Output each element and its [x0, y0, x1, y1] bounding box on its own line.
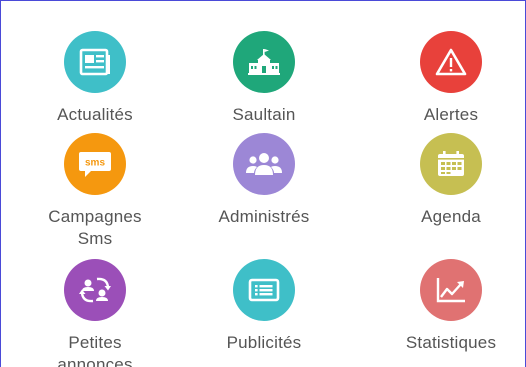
tile-saultain[interactable]: Saultain	[184, 31, 344, 126]
tile-label: Petites annonces	[15, 332, 175, 367]
tile-label-line: annonces	[57, 355, 133, 367]
tile-label: Alertes	[423, 105, 479, 124]
tile-actualites[interactable]: Actualités	[15, 31, 175, 126]
tile-label: Agenda	[421, 207, 481, 226]
town-hall-icon	[233, 31, 295, 93]
tile-publicites[interactable]: Publicités	[184, 259, 344, 354]
warning-icon	[420, 31, 482, 93]
tile-agenda[interactable]: Agenda	[371, 133, 525, 228]
tile-administres[interactable]: Administrés	[184, 133, 344, 228]
exchange-users-icon	[64, 259, 126, 321]
tile-campagnes-sms[interactable]: sms Campagnes Sms	[15, 133, 175, 250]
calendar-icon	[420, 133, 482, 195]
tile-label: Campagnes Sms	[15, 206, 175, 250]
tile-label: Actualités	[57, 105, 133, 124]
billboard-icon	[233, 259, 295, 321]
tile-label: Saultain	[232, 105, 296, 124]
line-chart-icon	[420, 259, 482, 321]
tile-label: Statistiques	[405, 333, 497, 352]
tile-label: Administrés	[218, 207, 310, 226]
sms-bubble-icon: sms	[64, 133, 126, 195]
tile-statistiques[interactable]: Statistiques	[371, 259, 525, 354]
svg-text:sms: sms	[85, 158, 105, 169]
tile-petites-annonces[interactable]: Petites annonces	[15, 259, 175, 367]
app-grid-menu: Actualités Saultain Alertes sms Campagne…	[0, 0, 526, 367]
tile-label-line: Campagnes	[48, 207, 142, 226]
tile-label: Publicités	[226, 333, 302, 352]
tile-alertes[interactable]: Alertes	[371, 31, 525, 126]
tile-label-line: Sms	[77, 229, 113, 248]
tile-label-line: Petites	[68, 333, 122, 352]
newspaper-icon	[64, 31, 126, 93]
people-group-icon	[233, 133, 295, 195]
